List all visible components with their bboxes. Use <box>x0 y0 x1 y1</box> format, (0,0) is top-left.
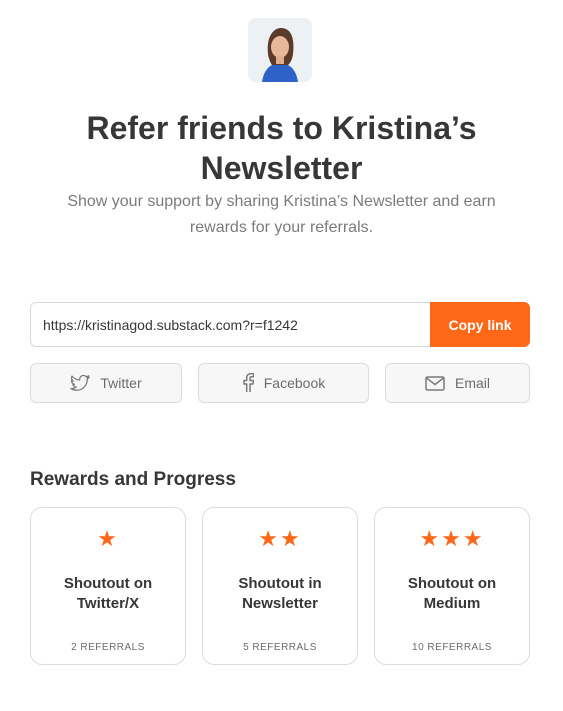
author-avatar <box>248 18 312 82</box>
reward-title: Shoutout in Newsletter <box>238 575 322 612</box>
share-email-button[interactable]: Email <box>385 363 530 403</box>
rewards-heading: Rewards and Progress <box>30 469 236 490</box>
facebook-icon <box>243 373 254 392</box>
page-title: Refer friends to Kristina’s Newsletter <box>86 110 477 186</box>
email-icon <box>425 375 445 391</box>
author-portrait-icon <box>248 18 312 82</box>
twitter-icon <box>70 374 91 391</box>
share-twitter-button[interactable]: Twitter <box>30 363 182 403</box>
copy-link-button[interactable]: Copy link <box>430 302 530 347</box>
share-facebook-label: Facebook <box>263 375 326 391</box>
share-twitter-label: Twitter <box>100 375 142 391</box>
reward-title: Shoutout on Medium <box>407 575 497 612</box>
share-email-label: Email <box>454 375 490 391</box>
reward-card: ★★ Shoutout in Newsletter 5 REFERRALS <box>202 507 358 665</box>
reward-title: Shoutout on Twitter/X <box>63 575 153 612</box>
reward-card: ★★★ Shoutout on Medium 10 REFERRALS <box>374 507 530 665</box>
reward-referrals: 10 REFERRALS <box>412 642 492 653</box>
reward-referrals: 5 REFERRALS <box>243 642 317 653</box>
referral-link-input[interactable] <box>30 302 430 347</box>
star-icon: ★★ <box>258 526 302 551</box>
share-facebook-button[interactable]: Facebook <box>198 363 369 403</box>
star-icon: ★ <box>97 526 119 551</box>
share-buttons: Twitter Facebook Email <box>30 363 530 403</box>
reward-card: ★ Shoutout on Twitter/X 2 REFERRALS <box>30 507 186 665</box>
star-icon: ★★★ <box>419 526 485 551</box>
page-subtitle: Show your support by sharing Kristina’s … <box>67 193 496 236</box>
reward-referrals: 2 REFERRALS <box>71 642 145 653</box>
referral-link-row: Copy link <box>30 302 530 347</box>
